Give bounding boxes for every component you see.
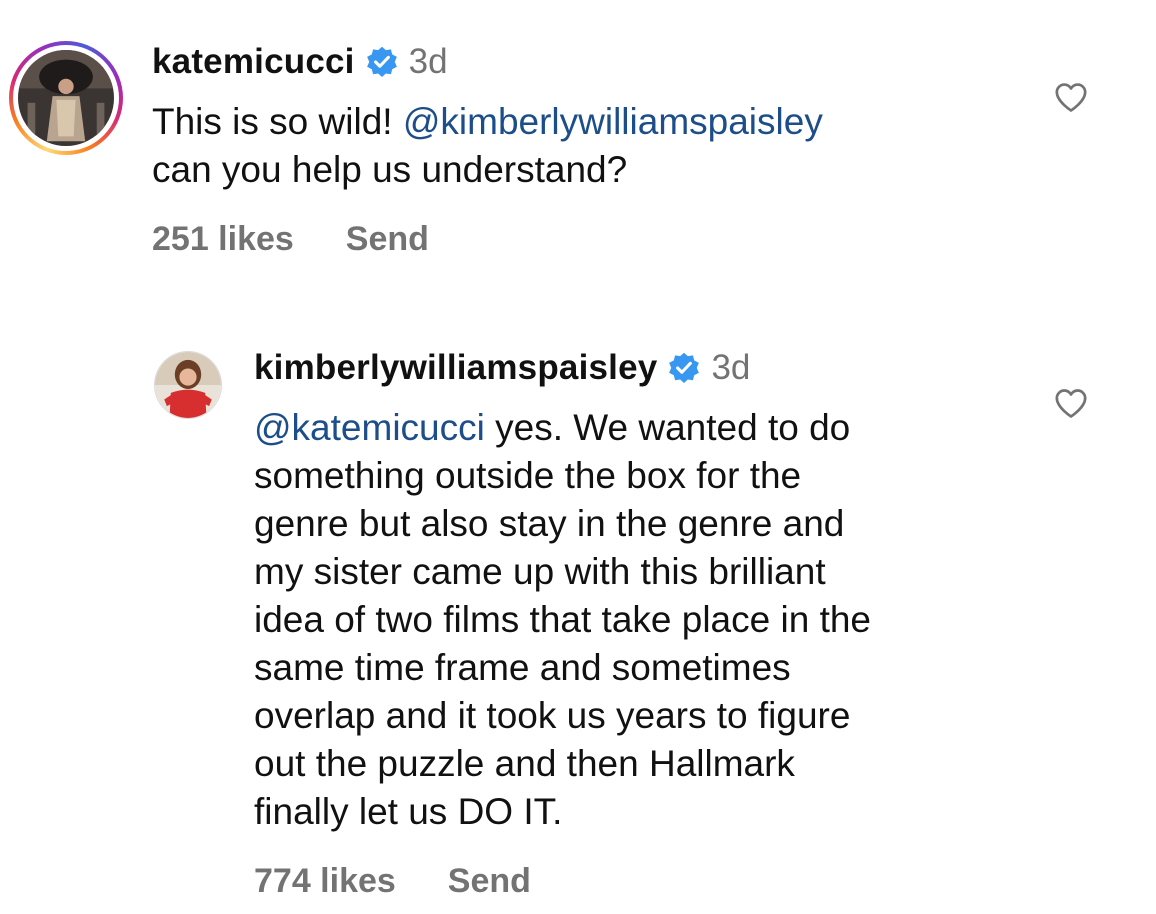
avatar-image — [18, 50, 114, 146]
heart-outline-icon[interactable] — [1054, 387, 1088, 419]
comment-text: This is so wild! @kimberlywilliamspaisle… — [152, 98, 1032, 194]
verified-badge-icon — [669, 352, 700, 383]
username[interactable]: kimberlywilliamspaisley — [254, 348, 657, 388]
comment-text: @katemicucci yes. We wanted to do someth… — [254, 404, 1054, 836]
avatar-image — [155, 352, 221, 418]
verified-badge-icon — [366, 46, 397, 77]
mention-link[interactable]: @katemicucci — [254, 407, 485, 448]
send-button[interactable]: Send — [448, 862, 531, 901]
likes-count[interactable]: 251 likes — [152, 220, 294, 259]
comment-text-before: This is so wild! — [152, 101, 403, 142]
timestamp: 3d — [711, 348, 751, 387]
avatar-ring-gap — [13, 45, 119, 151]
avatar[interactable] — [9, 41, 123, 155]
avatar[interactable] — [154, 351, 222, 419]
comment-text-after: can you help us understand? — [152, 149, 628, 190]
send-button[interactable]: Send — [346, 220, 429, 259]
mention-link[interactable]: @kimberlywilliamspaisley — [403, 101, 823, 142]
likes-count[interactable]: 774 likes — [254, 862, 396, 901]
comment-header: katemicucci 3d — [152, 42, 448, 82]
comment-text-after: yes. We wanted to do something outside t… — [254, 407, 872, 832]
username[interactable]: katemicucci — [152, 42, 355, 82]
comment-actions: 774 likes Send — [254, 862, 531, 901]
comment-header: kimberlywilliamspaisley 3d — [254, 348, 750, 388]
heart-outline-icon[interactable] — [1054, 81, 1088, 113]
comment-actions: 251 likes Send — [152, 220, 429, 259]
timestamp: 3d — [408, 42, 448, 81]
